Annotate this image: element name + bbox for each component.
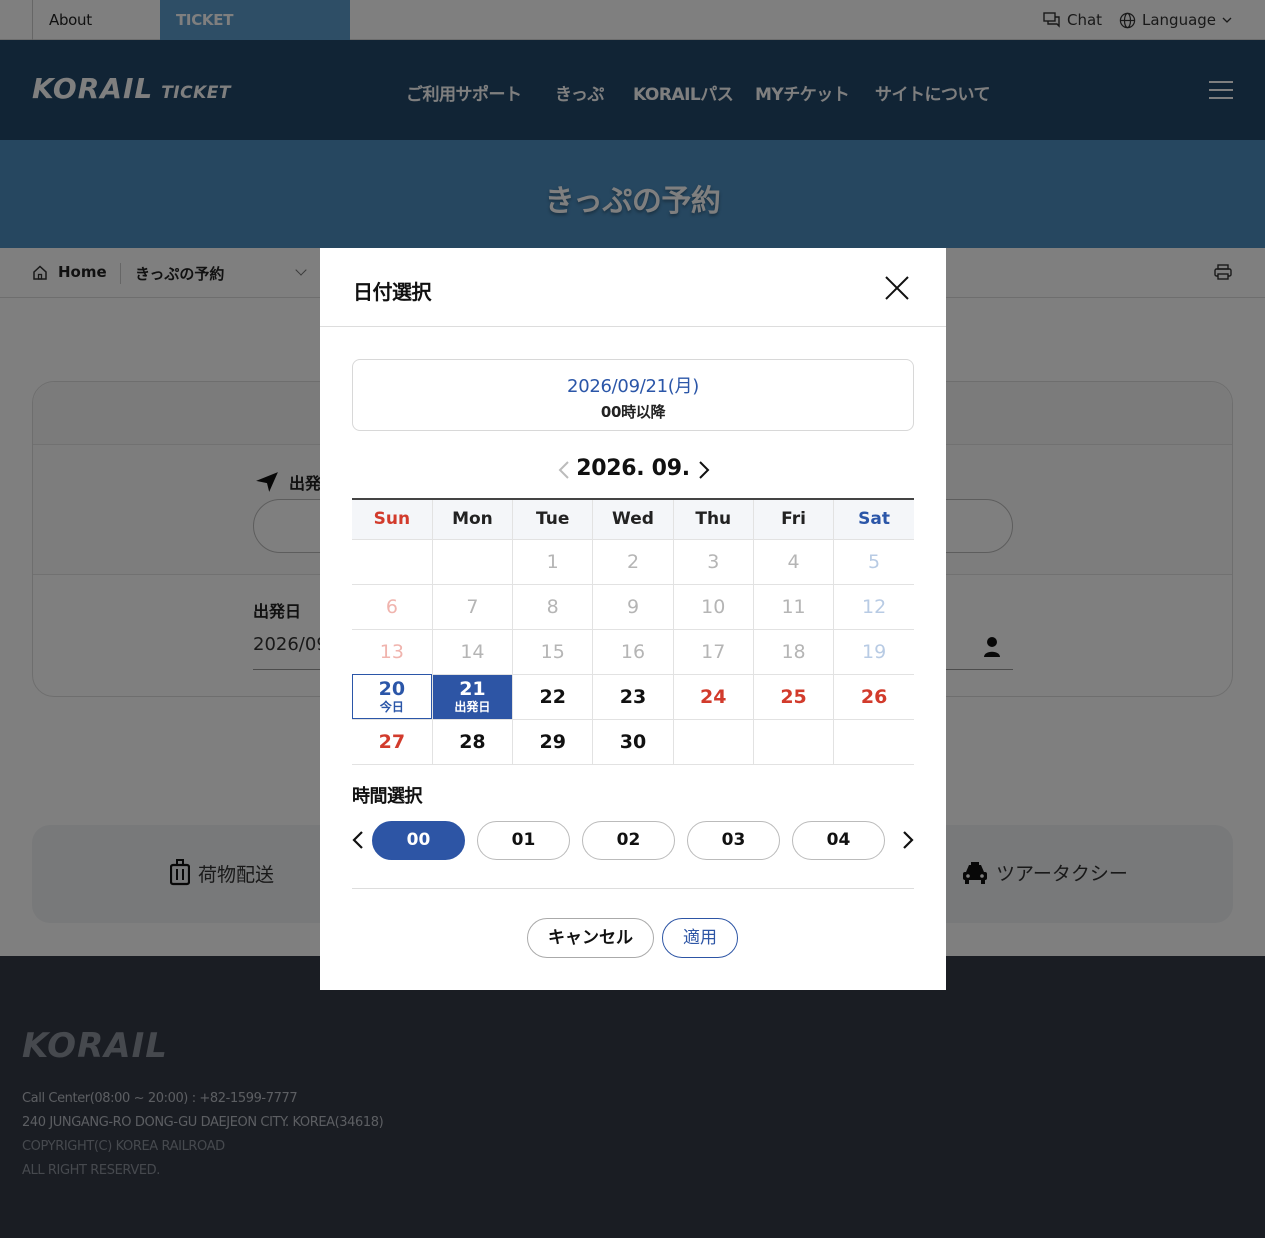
- today-label: 今日: [379, 700, 404, 714]
- calendar-day-disabled: 12: [833, 584, 914, 630]
- calendar-empty-cell: [672, 719, 754, 765]
- calendar-day-disabled: 15: [512, 629, 593, 675]
- calendar-day-disabled: 6: [352, 584, 433, 630]
- calendar-empty-cell: [352, 539, 433, 585]
- calendar-day-holiday[interactable]: 27: [352, 719, 433, 765]
- calendar-day-today[interactable]: 20 今日: [352, 674, 433, 720]
- hour-option-04[interactable]: 04: [792, 821, 885, 860]
- calendar-day[interactable]: 29: [512, 719, 593, 765]
- weekday-sun: Sun: [352, 499, 433, 540]
- chevron-right-icon[interactable]: [693, 460, 713, 480]
- calendar-week: 13 14 15 16 17 18 19: [352, 629, 914, 675]
- calendar-empty-cell: [752, 719, 834, 765]
- calendar-day-disabled: 2: [592, 539, 674, 585]
- calendar-week: 6 7 8 9 10 11 12: [352, 584, 914, 630]
- calendar-day[interactable]: 30: [592, 719, 674, 765]
- calendar-day-disabled: 1: [512, 539, 593, 585]
- calendar-day-holiday[interactable]: 25: [752, 674, 834, 720]
- calendar-empty-cell: [431, 539, 513, 585]
- calendar-day-disabled: 18: [752, 629, 834, 675]
- hour-option-01[interactable]: 01: [477, 821, 570, 860]
- calendar-day[interactable]: 22: [512, 674, 593, 720]
- weekday-header: Sun Mon Tue Wed Thu Fri Sat: [352, 499, 914, 540]
- weekday-thu: Thu: [672, 499, 754, 540]
- selected-time: 00時以降: [600, 403, 666, 421]
- calendar-day-disabled: 9: [592, 584, 674, 630]
- modal-footer-divider: [352, 888, 914, 889]
- time-select-title: 時間選択: [352, 786, 423, 807]
- close-icon[interactable]: [883, 274, 911, 302]
- hour-option-00[interactable]: 00: [372, 821, 465, 860]
- calendar-day-selected[interactable]: 21 出発日: [431, 674, 513, 720]
- calendar-empty-cell: [833, 719, 914, 765]
- month-label: 2026. 09.: [576, 456, 690, 481]
- hour-option-02[interactable]: 02: [582, 821, 675, 860]
- calendar-day-disabled: 3: [672, 539, 754, 585]
- calendar-day-disabled: 17: [672, 629, 754, 675]
- calendar-day-number: 21: [459, 678, 486, 700]
- calendar-day[interactable]: 23: [592, 674, 674, 720]
- date-picker-modal: 日付選択 2026/09/21(月) 00時以降 2026. 09. Sun M…: [320, 248, 946, 990]
- calendar-day[interactable]: 28: [431, 719, 513, 765]
- calendar-day-disabled: 10: [672, 584, 754, 630]
- calendar-day-disabled: 7: [431, 584, 513, 630]
- departure-day-label: 出発日: [454, 700, 491, 714]
- calendar-day-disabled: 19: [833, 629, 914, 675]
- calendar-day-disabled: 16: [592, 629, 674, 675]
- calendar-day-disabled: 13: [352, 629, 433, 675]
- selected-date: 2026/09/21(月): [567, 376, 699, 397]
- chevron-left-icon[interactable]: [350, 830, 366, 850]
- calendar-day-disabled: 5: [833, 539, 914, 585]
- weekday-fri: Fri: [752, 499, 834, 540]
- calendar-grid: Sun Mon Tue Wed Thu Fri Sat 1 2 3 4 5 6: [352, 498, 914, 765]
- calendar-day-holiday[interactable]: 26: [833, 674, 914, 720]
- weekday-sat: Sat: [833, 499, 914, 540]
- weekday-wed: Wed: [592, 499, 674, 540]
- calendar-day-disabled: 8: [512, 584, 593, 630]
- calendar-day-holiday[interactable]: 24: [672, 674, 754, 720]
- apply-button[interactable]: 適用: [662, 918, 738, 958]
- cancel-button[interactable]: キャンセル: [527, 918, 654, 958]
- calendar-week: 1 2 3 4 5: [352, 539, 914, 585]
- selected-datetime-box: 2026/09/21(月) 00時以降: [352, 359, 914, 431]
- calendar-day-disabled: 11: [752, 584, 834, 630]
- month-navigation: 2026. 09.: [320, 454, 946, 486]
- weekday-tue: Tue: [512, 499, 593, 540]
- calendar-day-disabled: 4: [752, 539, 834, 585]
- weekday-mon: Mon: [431, 499, 513, 540]
- modal-header-divider: [320, 326, 946, 327]
- modal-title: 日付選択: [353, 280, 432, 304]
- calendar-day-number: 20: [378, 678, 406, 700]
- calendar-week: 27 28 29 30: [352, 719, 914, 765]
- hour-option-03[interactable]: 03: [687, 821, 780, 860]
- chevron-right-icon[interactable]: [900, 830, 916, 850]
- calendar-week: 20 今日 21 出発日 22 23 24 25 26: [352, 674, 914, 720]
- calendar-day-disabled: 14: [431, 629, 513, 675]
